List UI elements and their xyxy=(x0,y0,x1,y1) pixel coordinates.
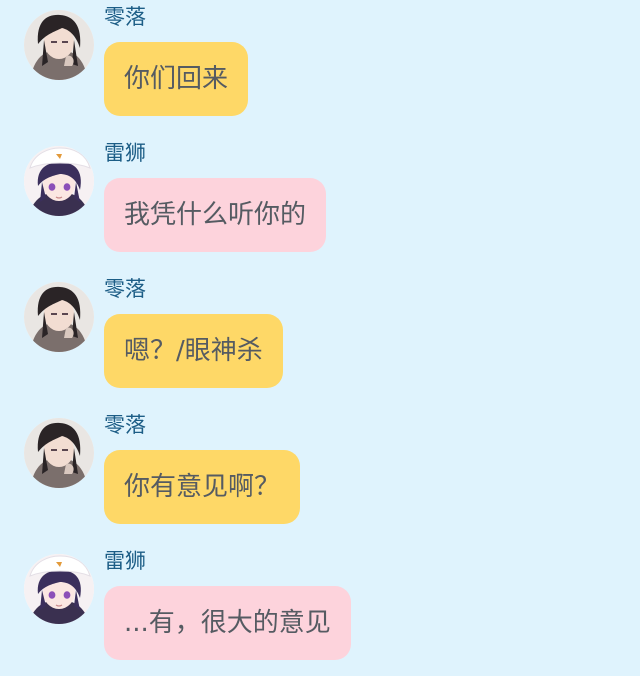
avatar[interactable] xyxy=(24,10,94,80)
dark-haired-boy-avatar-icon xyxy=(24,10,94,80)
chat-message: 雷狮 ...有，很大的意见 xyxy=(0,544,640,676)
message-bubble[interactable]: 嗯？/眼神杀 xyxy=(104,314,283,388)
sender-name: 零落 xyxy=(104,413,146,437)
chat-message: 雷狮 我凭什么听你的 xyxy=(0,136,640,268)
chat-thread: 零落 你们回来 雷狮 我凭什么听你的 零落 嗯？/眼神杀 零落 你有意见啊？ 雷… xyxy=(0,0,640,672)
avatar[interactable] xyxy=(24,146,94,216)
chat-message: 零落 你有意见啊？ xyxy=(0,408,640,540)
message-bubble[interactable]: 我凭什么听你的 xyxy=(104,178,327,252)
purple-haired-boy-white-hat-avatar-icon xyxy=(24,554,94,624)
sender-name: 雷狮 xyxy=(104,549,146,573)
chat-message: 零落 嗯？/眼神杀 xyxy=(0,272,640,404)
dark-haired-boy-avatar-icon xyxy=(24,282,94,352)
avatar[interactable] xyxy=(24,282,94,352)
sender-name: 零落 xyxy=(104,5,146,29)
dark-haired-boy-avatar-icon xyxy=(24,418,94,488)
avatar[interactable] xyxy=(24,418,94,488)
avatar[interactable] xyxy=(24,554,94,624)
sender-name: 雷狮 xyxy=(104,141,146,165)
message-bubble[interactable]: ...有，很大的意见 xyxy=(104,586,351,660)
sender-name: 零落 xyxy=(104,277,146,301)
message-bubble[interactable]: 你有意见啊？ xyxy=(104,450,301,524)
message-bubble[interactable]: 你们回来 xyxy=(104,42,249,116)
purple-haired-boy-white-hat-avatar-icon xyxy=(24,146,94,216)
chat-message: 零落 你们回来 xyxy=(0,0,640,132)
